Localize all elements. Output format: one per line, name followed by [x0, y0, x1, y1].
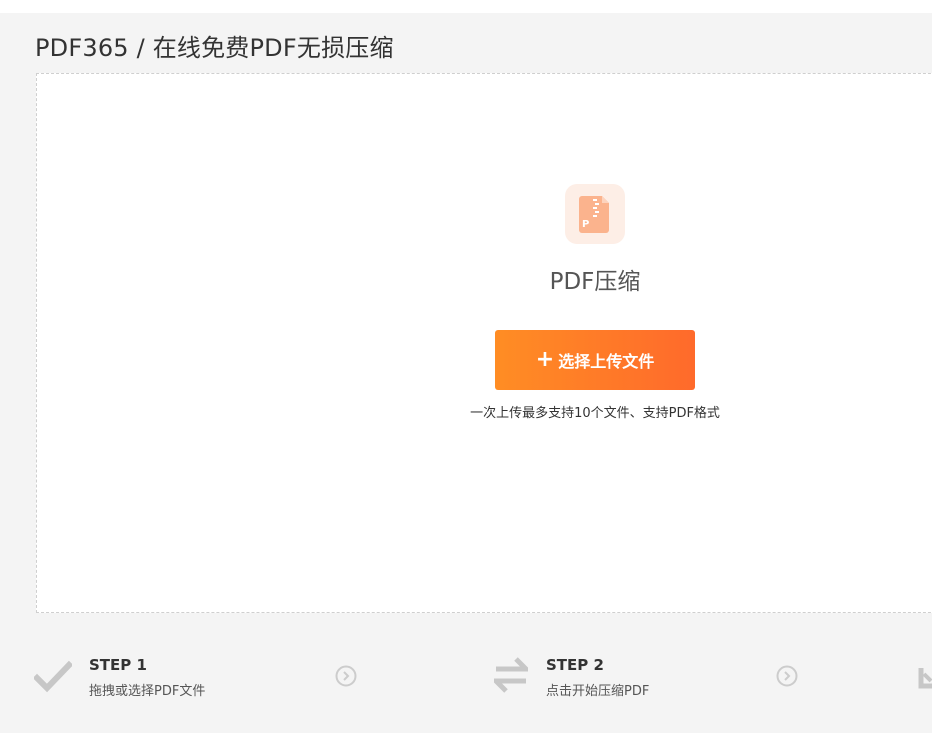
- swap-arrows-icon: [489, 656, 533, 694]
- step-1-title: STEP 1: [89, 656, 147, 674]
- step-1-description: 拖拽或选择PDF文件: [89, 684, 206, 699]
- tool-title: PDF压缩: [549, 269, 641, 295]
- select-upload-file-button[interactable]: + 选择上传文件: [495, 330, 695, 390]
- chevron-right-circle-icon: [776, 665, 798, 687]
- plus-icon: +: [535, 347, 555, 372]
- checkmark-icon: [32, 659, 74, 693]
- upload-hint: 一次上传最多支持10个文件、支持PDF格式: [470, 406, 720, 421]
- step-2-description: 点击开始压缩PDF: [546, 684, 650, 699]
- compressed-pdf-file-icon: P: [565, 184, 625, 244]
- page-title: PDF365 / 在线免费PDF无损压缩: [35, 34, 394, 62]
- top-bar: [0, 0, 932, 13]
- step-2-title: STEP 2: [546, 656, 604, 674]
- upload-button-label: 选择上传文件: [558, 352, 655, 371]
- svg-text:P: P: [582, 219, 589, 230]
- download-icon: [918, 666, 932, 690]
- chevron-right-circle-icon: [335, 665, 357, 687]
- upload-dropzone[interactable]: [36, 73, 932, 613]
